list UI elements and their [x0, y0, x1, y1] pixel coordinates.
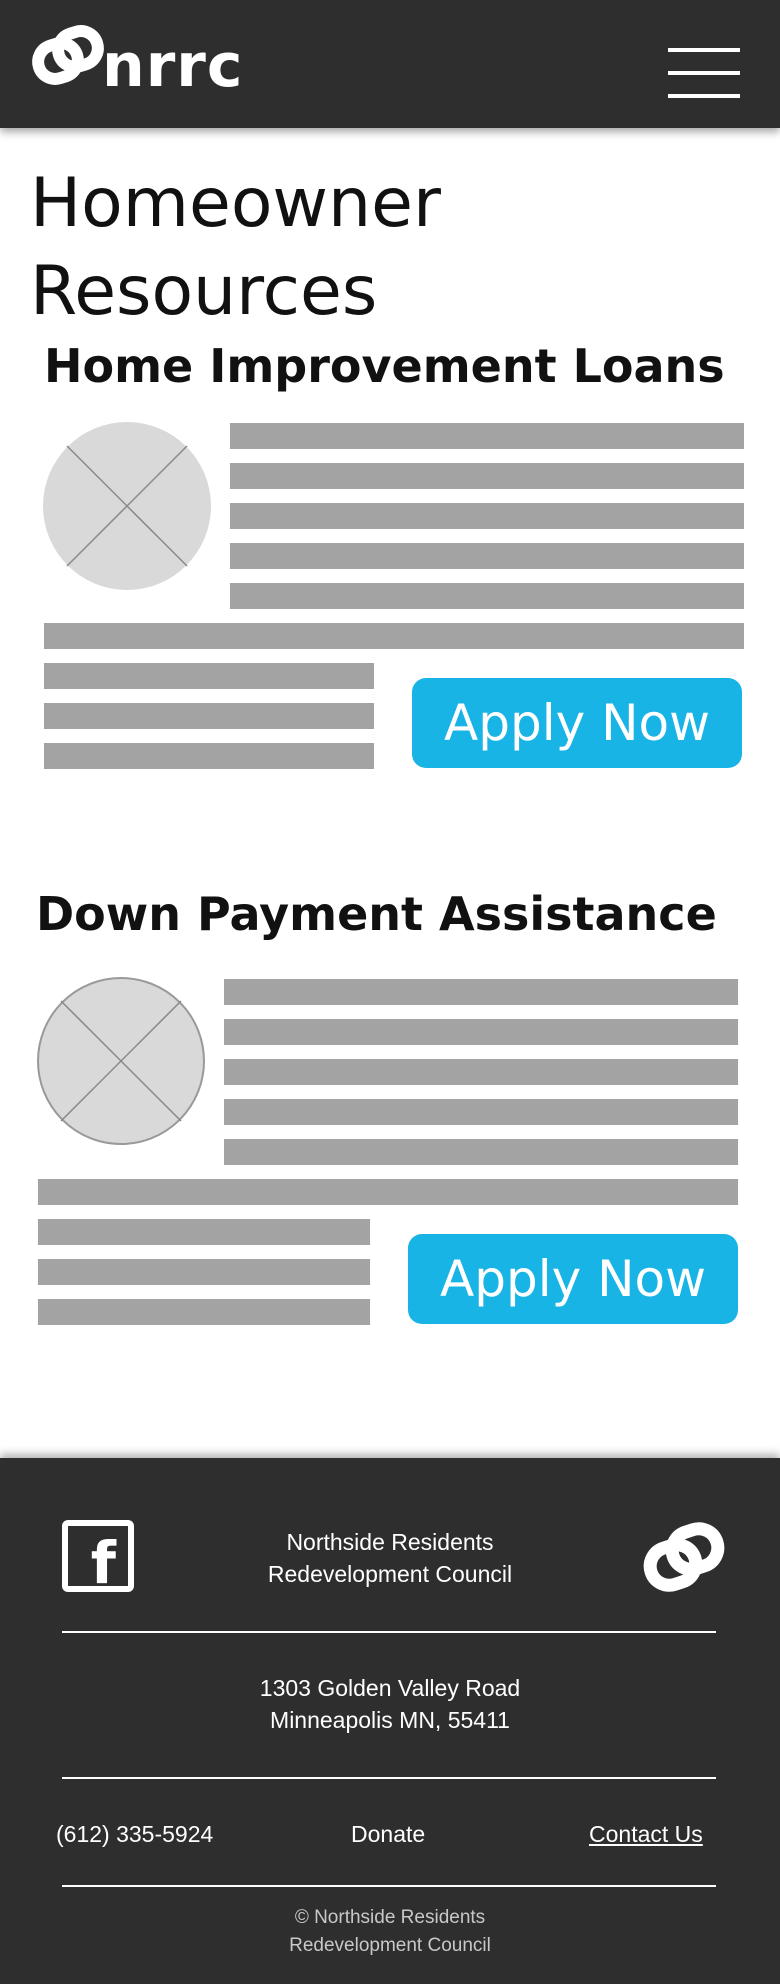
copyright-line2: Redevelopment Council: [289, 1935, 491, 1956]
address-line1: 1303 Golden Valley Road: [259, 1675, 521, 1701]
image-placeholder-icon: [37, 977, 205, 1145]
text-placeholder-line: [38, 1259, 370, 1285]
image-placeholder-icon: [43, 422, 211, 590]
chain-link-logo-icon: [32, 25, 104, 85]
hamburger-menu-icon[interactable]: [668, 46, 740, 100]
footer-divider: [62, 1885, 716, 1887]
text-placeholder-line: [224, 1059, 738, 1085]
page-title: Homeowner Resources: [30, 160, 730, 336]
copyright-text: © Northside Residents Redevelopment Coun…: [190, 1904, 590, 1960]
footer-address: 1303 Golden Valley Road Minneapolis MN, …: [190, 1672, 590, 1736]
text-placeholder-line: [44, 663, 374, 689]
text-placeholder-line: [44, 703, 374, 729]
menu-line: [668, 48, 740, 52]
address-line2: Minneapolis MN, 55411: [270, 1707, 510, 1733]
menu-line: [668, 94, 740, 98]
text-placeholder-line: [38, 1219, 370, 1245]
text-placeholder-line: [230, 583, 744, 609]
footer-divider: [62, 1777, 716, 1779]
org-name-line2: Redevelopment Council: [267, 1561, 513, 1587]
text-placeholder-line: [230, 423, 744, 449]
menu-line: [668, 71, 740, 75]
logo-text: nrrc: [102, 31, 244, 101]
apply-now-button-home-improvement[interactable]: Apply Now: [412, 678, 742, 768]
text-placeholder-line: [230, 463, 744, 489]
text-placeholder-line: [44, 623, 744, 649]
donate-link[interactable]: Donate: [351, 1818, 425, 1850]
copyright-line1: © Northside Residents: [294, 1907, 486, 1928]
text-placeholder-line: [38, 1299, 370, 1325]
phone-link[interactable]: (612) 335-5924: [56, 1818, 213, 1850]
contact-us-link[interactable]: Contact Us: [589, 1818, 703, 1850]
chain-link-logo-icon[interactable]: [642, 1518, 728, 1598]
apply-now-button-down-payment[interactable]: Apply Now: [408, 1234, 738, 1324]
text-placeholder-line: [224, 1139, 738, 1165]
section-title-down-payment: Down Payment Assistance: [36, 887, 717, 941]
org-name-line1: Northside Residents: [286, 1529, 494, 1555]
site-logo[interactable]: nrrc: [30, 24, 243, 96]
text-placeholder-line: [230, 503, 744, 529]
site-footer: f Northside Residents Redevelopment Coun…: [0, 1458, 780, 1984]
text-placeholder-line: [224, 1099, 738, 1125]
text-placeholder-line: [224, 1019, 738, 1045]
section-title-home-improvement: Home Improvement Loans: [44, 339, 725, 393]
footer-divider: [62, 1631, 716, 1633]
text-placeholder-line: [44, 743, 374, 769]
facebook-icon[interactable]: f: [62, 1520, 134, 1592]
page-title-line1: Homeowner: [30, 164, 441, 243]
site-header: nrrc: [0, 0, 780, 128]
text-placeholder-line: [38, 1179, 738, 1205]
page-title-line2: Resources: [30, 252, 378, 331]
text-placeholder-line: [224, 979, 738, 1005]
footer-org-name: Northside Residents Redevelopment Counci…: [190, 1526, 590, 1590]
text-placeholder-line: [230, 543, 744, 569]
